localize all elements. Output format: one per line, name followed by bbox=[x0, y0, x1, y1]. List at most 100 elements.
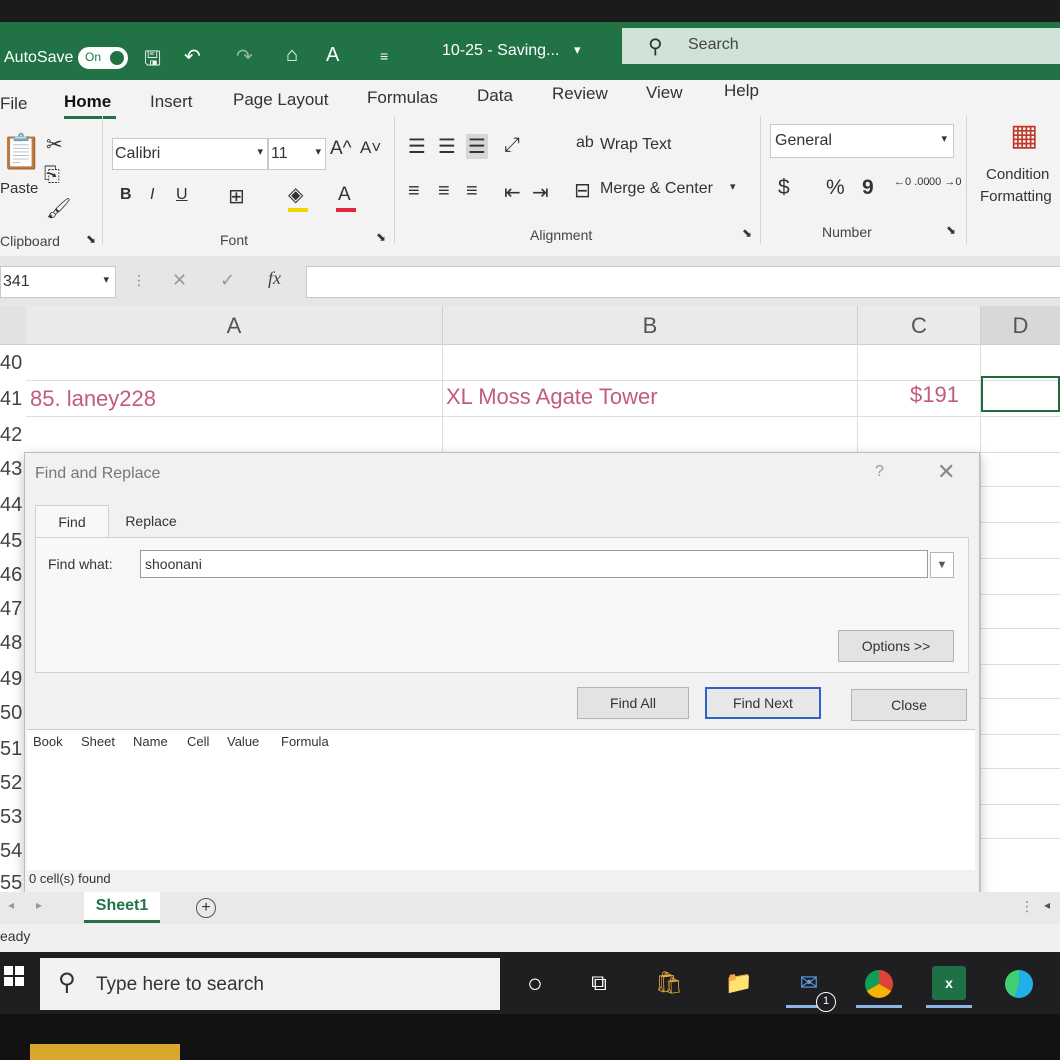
redo-icon[interactable]: ↷ bbox=[236, 44, 253, 69]
cell-b41[interactable]: XL Moss Agate Tower bbox=[446, 384, 658, 410]
find-next-button[interactable]: Find Next bbox=[705, 687, 821, 719]
results-list[interactable]: Book Sheet Name Cell Value Formula bbox=[27, 729, 975, 870]
align-bottom-icon[interactable]: ☰ bbox=[466, 134, 488, 159]
increase-indent-icon[interactable]: ⇥ bbox=[532, 180, 549, 205]
active-cell-d41[interactable] bbox=[981, 376, 1060, 412]
wrap-text-icon[interactable]: ab bbox=[576, 134, 594, 152]
find-history-dropdown[interactable]: ▼ bbox=[930, 552, 954, 578]
row-header-49[interactable]: 49 bbox=[0, 668, 26, 691]
conditional-formatting-label-2[interactable]: Formatting bbox=[980, 188, 1052, 205]
enter-entry-icon[interactable]: ✓ bbox=[220, 270, 235, 291]
next-sheet-icon[interactable]: ▸ bbox=[36, 898, 42, 912]
edge-icon[interactable] bbox=[1002, 966, 1036, 1000]
wrap-text-button[interactable]: Wrap Text bbox=[600, 136, 671, 154]
align-right-icon[interactable]: ≡ bbox=[466, 180, 478, 203]
paste-label[interactable]: Paste bbox=[0, 180, 38, 197]
align-center-icon[interactable]: ≡ bbox=[438, 180, 450, 203]
name-box[interactable]: 341 ▾ bbox=[0, 266, 116, 298]
fill-color-icon[interactable]: ◈ bbox=[288, 182, 303, 207]
orientation-icon[interactable]: ⤢ bbox=[504, 134, 520, 157]
close-icon[interactable]: ✕ bbox=[937, 459, 955, 485]
shrink-font-button[interactable]: A˅ bbox=[360, 138, 381, 158]
open-folder-icon[interactable]: ⌂ bbox=[286, 44, 298, 67]
scroll-left-icon[interactable]: ◂ bbox=[1044, 898, 1050, 912]
task-view-icon[interactable]: ⧉ bbox=[582, 966, 616, 1000]
close-button[interactable]: Close bbox=[851, 689, 967, 721]
decrease-indent-icon[interactable]: ⇤ bbox=[504, 180, 521, 205]
merge-center-button[interactable]: Merge & Center bbox=[600, 180, 713, 198]
file-explorer-icon[interactable]: 📁 bbox=[722, 966, 756, 1000]
store-icon[interactable]: 🛍 bbox=[652, 966, 686, 1000]
font-size-select[interactable]: 11 ▾ bbox=[268, 138, 326, 170]
font-launcher-icon[interactable]: ⬊ bbox=[376, 230, 386, 244]
results-column-book[interactable]: Book bbox=[33, 734, 63, 749]
document-title[interactable]: 10-25 - Saving... bbox=[442, 42, 559, 60]
paste-icon[interactable]: 📋 bbox=[0, 132, 42, 172]
row-header-40[interactable]: 40 bbox=[0, 352, 26, 375]
results-column-value[interactable]: Value bbox=[227, 734, 259, 749]
undo-icon[interactable]: ↶ bbox=[184, 44, 201, 69]
row-header-48[interactable]: 48 bbox=[0, 632, 26, 655]
number-launcher-icon[interactable]: ⬊ bbox=[946, 223, 956, 237]
cut-icon[interactable]: ✂ bbox=[46, 132, 63, 157]
column-header-a[interactable]: A bbox=[26, 306, 443, 345]
cell-a41[interactable]: 85. laney228 bbox=[30, 386, 156, 412]
insert-function-icon[interactable]: fx bbox=[268, 268, 281, 289]
customize-qat-icon[interactable]: ≡ bbox=[380, 48, 388, 64]
align-left-icon[interactable]: ≡ bbox=[408, 180, 420, 203]
title-chevron-down-icon[interactable]: ▾ bbox=[574, 42, 581, 58]
row-header-47[interactable]: 47 bbox=[0, 598, 26, 621]
tab-page-layout[interactable]: Page Layout bbox=[233, 90, 328, 110]
number-format-select[interactable]: General ▾ bbox=[770, 124, 954, 158]
tab-review[interactable]: Review bbox=[552, 84, 608, 104]
row-header-46[interactable]: 46 bbox=[0, 564, 26, 587]
font-name-select[interactable]: Calibri ▾ bbox=[112, 138, 268, 170]
column-header-b[interactable]: B bbox=[443, 306, 858, 345]
font-color-button[interactable]: A bbox=[338, 184, 351, 206]
windows-start-icon[interactable] bbox=[4, 966, 24, 986]
taskbar-search-box[interactable]: ⚲ Type here to search bbox=[40, 958, 500, 1010]
cortana-icon[interactable]: ○ bbox=[518, 966, 552, 1000]
tab-data[interactable]: Data bbox=[477, 86, 513, 106]
tab-help[interactable]: Help bbox=[724, 81, 759, 101]
sheet-tab-sheet1[interactable]: Sheet1 bbox=[84, 892, 160, 923]
clipboard-launcher-icon[interactable]: ⬊ bbox=[86, 232, 96, 246]
results-column-cell[interactable]: Cell bbox=[187, 734, 209, 749]
copy-icon[interactable]: ⎘ bbox=[44, 164, 60, 187]
results-column-formula[interactable]: Formula bbox=[281, 734, 329, 749]
increase-decimal-button[interactable]: ←0 .00 bbox=[894, 176, 929, 188]
borders-icon[interactable]: ⊞ bbox=[228, 184, 245, 209]
autosave-toggle[interactable]: On bbox=[78, 47, 128, 69]
row-header-43[interactable]: 43 bbox=[0, 458, 26, 481]
find-what-input[interactable]: shoonani bbox=[140, 550, 928, 578]
underline-button[interactable]: U bbox=[176, 186, 188, 204]
tab-insert[interactable]: Insert bbox=[150, 92, 193, 112]
format-painter-icon[interactable]: 🖌 bbox=[46, 196, 71, 221]
help-icon[interactable]: ? bbox=[875, 463, 884, 481]
row-header-50[interactable]: 50 bbox=[0, 702, 26, 725]
tab-find[interactable]: Find bbox=[35, 505, 109, 538]
grow-font-button[interactable]: A^ bbox=[330, 138, 352, 160]
save-icon[interactable]: 🖫 bbox=[144, 44, 161, 78]
row-header-52[interactable]: 52 bbox=[0, 772, 26, 795]
merge-center-icon[interactable]: ⊟ bbox=[574, 178, 591, 203]
results-column-name[interactable]: Name bbox=[133, 734, 168, 749]
tab-home[interactable]: Home bbox=[64, 92, 111, 112]
tab-formulas[interactable]: Formulas bbox=[367, 88, 438, 108]
add-sheet-button[interactable]: + bbox=[196, 898, 216, 918]
search-box[interactable]: ⚲ Search bbox=[622, 28, 1060, 64]
row-header-44[interactable]: 44 bbox=[0, 494, 26, 517]
row-header-53[interactable]: 53 bbox=[0, 806, 26, 829]
column-header-c[interactable]: C bbox=[858, 306, 981, 345]
tab-view[interactable]: View bbox=[646, 83, 683, 103]
row-header-45[interactable]: 45 bbox=[0, 530, 26, 553]
font-color-quick-icon[interactable]: A bbox=[326, 44, 339, 67]
options-button[interactable]: Options >> bbox=[838, 630, 954, 662]
bold-button[interactable]: B bbox=[120, 186, 132, 204]
formula-input[interactable] bbox=[306, 266, 1060, 298]
row-header-42[interactable]: 42 bbox=[0, 424, 26, 447]
currency-button[interactable]: $ bbox=[778, 176, 790, 200]
row-header-54[interactable]: 54 bbox=[0, 840, 26, 863]
results-column-sheet[interactable]: Sheet bbox=[81, 734, 115, 749]
row-header-51[interactable]: 51 bbox=[0, 738, 26, 761]
